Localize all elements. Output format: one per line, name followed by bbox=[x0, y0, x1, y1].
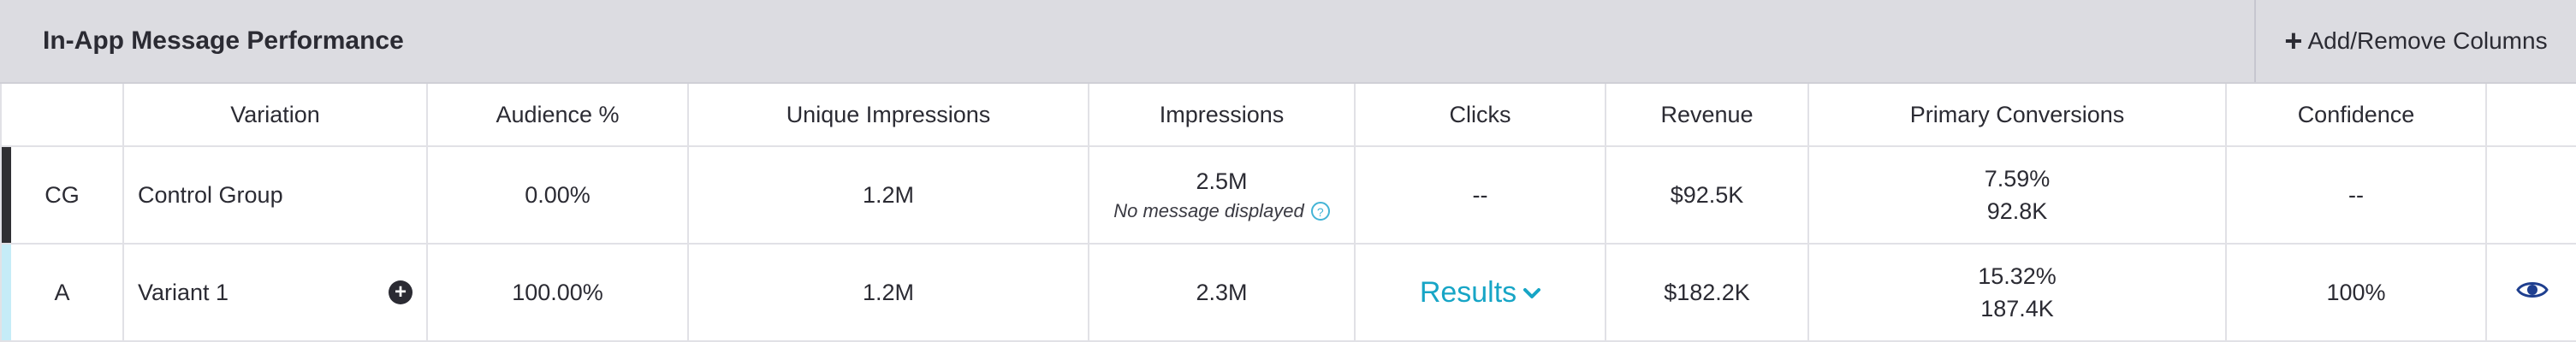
audience-percent: 0.00% bbox=[426, 146, 688, 245]
impressions-cell: 2.5M No message displayed ? bbox=[1088, 146, 1355, 245]
panel-header: In-App Message Performance + Add/Remove … bbox=[0, 0, 2576, 84]
column-header-revenue: Revenue bbox=[1605, 84, 1808, 147]
confidence-value: 100% bbox=[2225, 244, 2486, 342]
clicks-cell: Results bbox=[1354, 244, 1606, 342]
column-header-unique-impressions: Unique Impressions bbox=[687, 84, 1089, 147]
conversion-rate: 7.59% bbox=[1984, 165, 2051, 192]
variation-name: Variant 1 bbox=[138, 279, 229, 305]
impressions-value: 2.5M bbox=[1196, 168, 1248, 194]
plus-circle-icon[interactable]: + bbox=[389, 280, 413, 304]
variant-code: CG bbox=[45, 181, 80, 208]
variation-name-cell: Variant 1 + bbox=[122, 244, 427, 342]
conversion-rate: 15.32% bbox=[1978, 262, 2057, 289]
column-header-confidence: Confidence bbox=[2225, 84, 2486, 147]
variant-code-cell: A bbox=[0, 244, 123, 342]
audience-percent: 100.00% bbox=[426, 244, 688, 342]
eye-icon[interactable] bbox=[2515, 279, 2549, 301]
primary-conversions-cell: 7.59% 92.8K bbox=[1807, 146, 2226, 245]
column-header-code bbox=[0, 84, 123, 147]
table-header-row: Variation Audience % Unique Impressions … bbox=[0, 84, 2576, 147]
table-row: CG Control Group 0.00% 1.2M 2.5M No mess… bbox=[0, 146, 2576, 245]
variant-code-cell: CG bbox=[0, 146, 123, 245]
impressions-note: No message displayed ? bbox=[1113, 200, 1330, 222]
conversion-count: 92.8K bbox=[1986, 198, 2048, 224]
add-remove-columns-button[interactable]: + Add/Remove Columns bbox=[2254, 0, 2576, 82]
panel-title: In-App Message Performance bbox=[43, 27, 404, 55]
table-row: A Variant 1 + 100.00% 1.2M 2.3M Results … bbox=[0, 244, 2576, 342]
column-header-impressions: Impressions bbox=[1088, 84, 1355, 147]
chevron-down-icon bbox=[1523, 288, 1541, 298]
clicks-value: -- bbox=[1354, 146, 1606, 245]
variant-code: A bbox=[54, 279, 70, 305]
variant-color-bar bbox=[2, 147, 11, 243]
revenue-value: $182.2K bbox=[1605, 244, 1808, 342]
unique-impressions-value: 1.2M bbox=[687, 244, 1089, 342]
variation-name: Control Group bbox=[122, 146, 427, 245]
confidence-value: -- bbox=[2225, 146, 2486, 245]
impressions-value: 2.3M bbox=[1088, 244, 1355, 342]
help-icon[interactable]: ? bbox=[1310, 202, 1330, 221]
actions-cell bbox=[2485, 146, 2576, 245]
primary-conversions-cell: 15.32% 187.4K bbox=[1807, 244, 2226, 342]
column-header-audience: Audience % bbox=[426, 84, 688, 147]
add-remove-columns-label: Add/Remove Columns bbox=[2307, 27, 2548, 54]
conversion-count: 187.4K bbox=[1980, 296, 2054, 321]
results-dropdown[interactable]: Results bbox=[1419, 275, 1541, 310]
impressions-note-text: No message displayed bbox=[1113, 200, 1304, 221]
plus-icon: + bbox=[2284, 23, 2303, 58]
variant-color-bar bbox=[2, 245, 11, 340]
column-header-variation: Variation bbox=[122, 84, 427, 147]
column-header-actions bbox=[2485, 84, 2576, 147]
column-header-primary-conversions: Primary Conversions bbox=[1807, 84, 2226, 147]
column-header-clicks: Clicks bbox=[1354, 84, 1606, 147]
revenue-value: $92.5K bbox=[1605, 146, 1808, 245]
performance-table: Variation Audience % Unique Impressions … bbox=[0, 84, 2576, 342]
unique-impressions-value: 1.2M bbox=[687, 146, 1089, 245]
actions-cell bbox=[2485, 244, 2576, 342]
results-label: Results bbox=[1419, 275, 1517, 309]
